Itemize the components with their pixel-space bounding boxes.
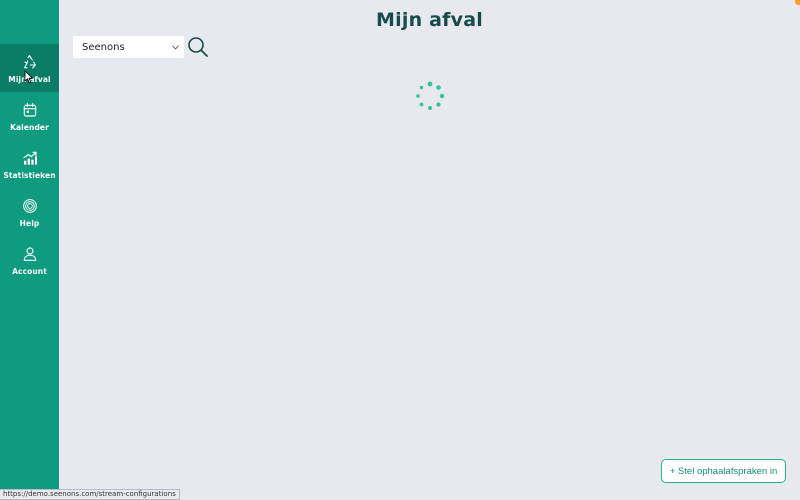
calendar-icon — [23, 103, 36, 117]
mouse-cursor-icon — [24, 70, 33, 84]
schedule-pickup-button[interactable]: + Stel ophaalafspraken in — [661, 459, 786, 483]
notification-dot — [795, 0, 800, 5]
sidebar-item-mijn-afval[interactable]: Mijn afval — [0, 44, 59, 92]
chevron-down-icon — [172, 45, 179, 49]
user-icon — [23, 247, 36, 261]
recycle-icon — [23, 55, 36, 69]
sidebar-item-help[interactable]: Help — [0, 188, 59, 236]
search-button[interactable] — [187, 36, 209, 58]
organization-select-value: Seenons — [82, 41, 125, 53]
sidebar-item-label: Kalender — [10, 123, 49, 132]
organization-select[interactable]: Seenons — [73, 36, 184, 58]
help-lifebuoy-icon — [22, 199, 37, 213]
sidebar-item-label: Account — [12, 267, 47, 276]
page-title: Mijn afval — [376, 9, 483, 31]
search-icon — [188, 37, 208, 57]
loading-spinner-icon — [416, 81, 445, 110]
sidebar-item-statistieken[interactable]: Statistieken — [0, 140, 59, 188]
sidebar-item-label: Statistieken — [3, 171, 56, 180]
stats-chart-icon — [22, 151, 37, 165]
browser-status-url: https://demo.seenons.com/stream-configur… — [0, 489, 180, 500]
sidebar-item-kalender[interactable]: Kalender — [0, 92, 59, 140]
sidebar-item-label: Help — [19, 219, 40, 228]
sidebar-item-account[interactable]: Account — [0, 236, 59, 284]
